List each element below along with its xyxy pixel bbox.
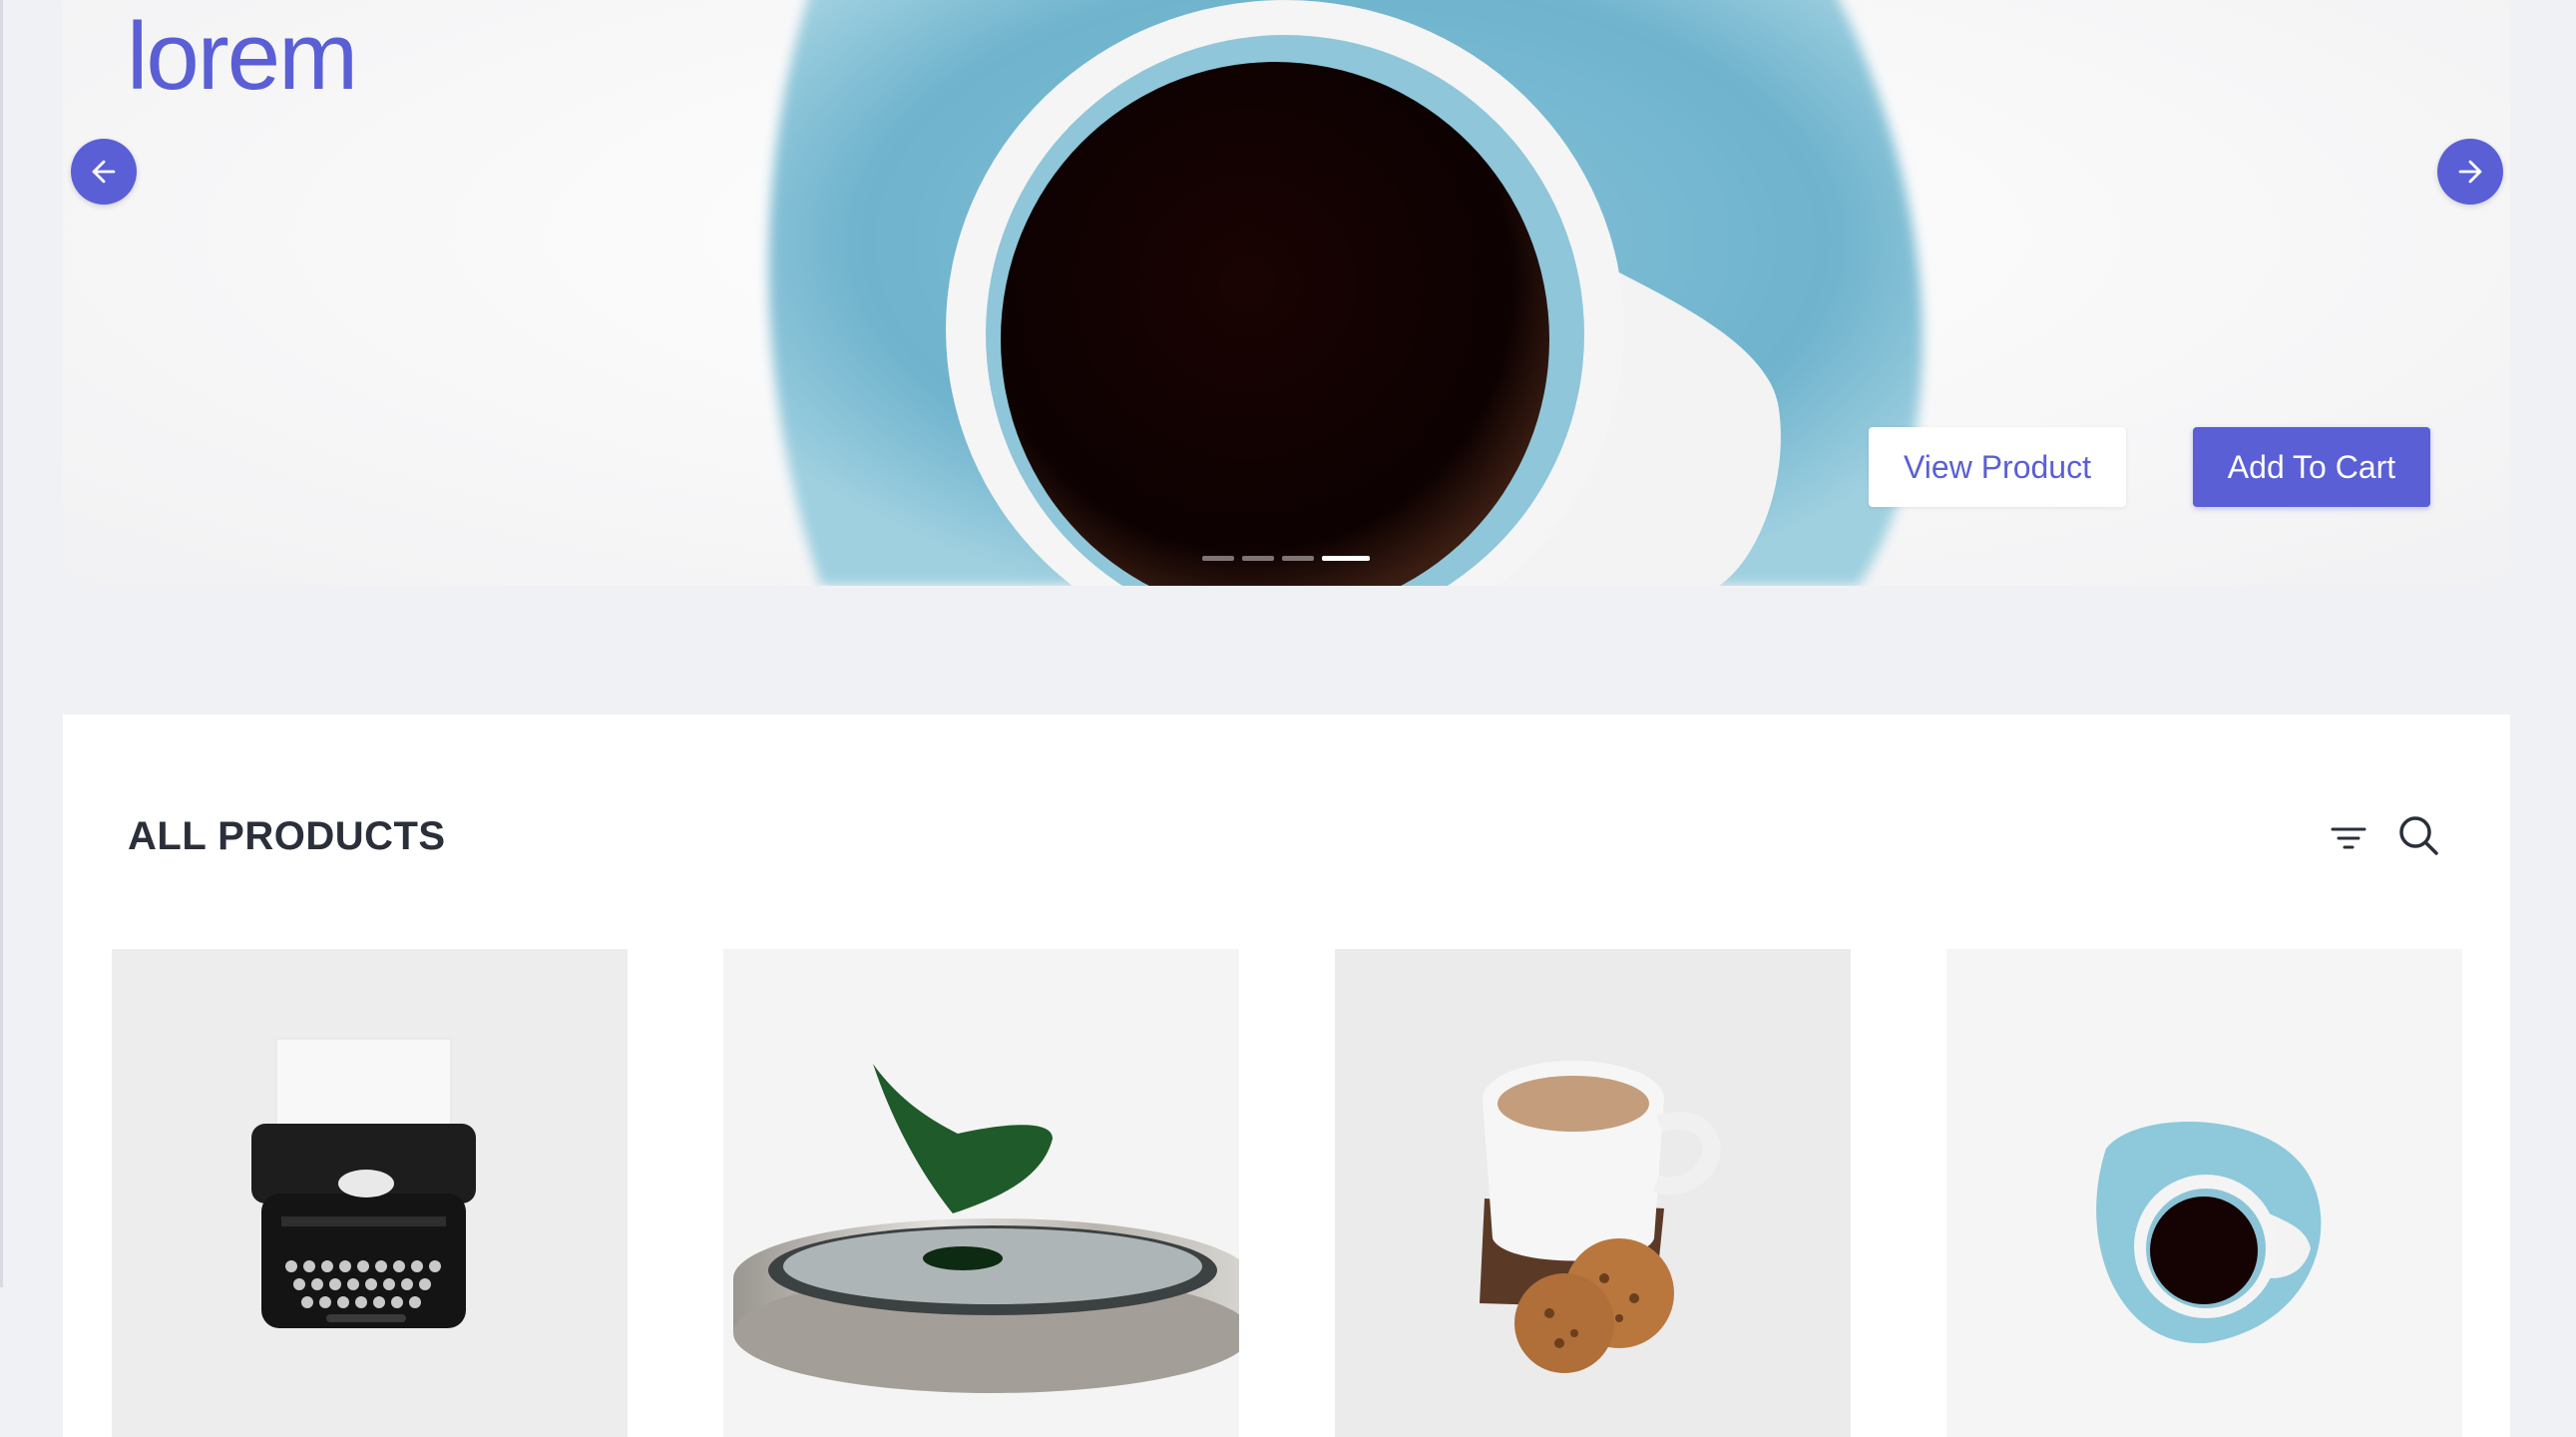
product-image <box>1946 949 2462 1437</box>
filter-icon[interactable] <box>2329 822 2368 854</box>
products-title: ALL PRODUCTS <box>128 814 446 858</box>
hero-title: lorem <box>127 3 358 110</box>
arrow-right-icon <box>2458 160 2482 184</box>
product-card-typewriter[interactable] <box>112 949 628 1437</box>
hero-image <box>768 0 1923 586</box>
product-card-tea-cup[interactable] <box>1335 949 1851 1437</box>
carousel-dot[interactable] <box>1282 556 1314 561</box>
page: lorem View Product Add To Cart ALL PRODU… <box>0 0 2576 1437</box>
carousel-dot-active[interactable] <box>1322 556 1370 561</box>
search-icon[interactable] <box>2396 813 2440 857</box>
product-card-spinning-top[interactable] <box>723 949 1239 1437</box>
hero-carousel: lorem View Product Add To Cart <box>63 0 2510 586</box>
add-to-cart-button[interactable]: Add To Cart <box>2193 427 2430 507</box>
product-image <box>1335 949 1851 1437</box>
carousel-prev-button[interactable] <box>71 139 137 205</box>
products-section: ALL PRODUCTS <box>63 715 2510 1437</box>
carousel-indicators <box>1202 556 1370 561</box>
carousel-dot[interactable] <box>1242 556 1274 561</box>
carousel-next-button[interactable] <box>2437 139 2503 205</box>
window-edge <box>0 0 3 1287</box>
arrow-left-icon <box>92 160 116 184</box>
view-product-button[interactable]: View Product <box>1869 427 2126 507</box>
product-image <box>112 949 628 1437</box>
product-card-coffee-cup[interactable] <box>1946 949 2462 1437</box>
product-image <box>723 949 1239 1437</box>
carousel-dot[interactable] <box>1202 556 1234 561</box>
